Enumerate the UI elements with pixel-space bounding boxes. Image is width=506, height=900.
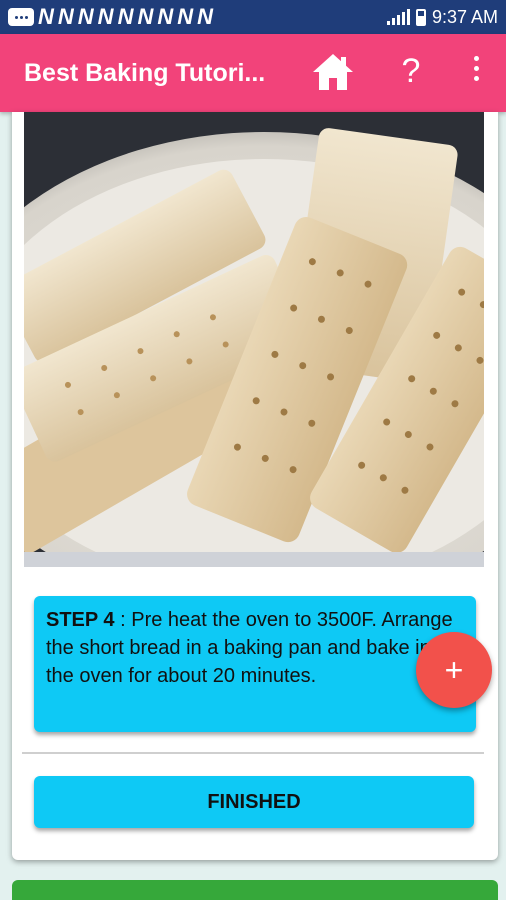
notification-icon: N [197, 4, 214, 29]
step-label: STEP 4 [46, 609, 115, 631]
step-instructions: STEP 4 : Pre heat the oven to 3500F. Arr… [34, 596, 476, 732]
app-bar: Best Baking Tutori... ? [0, 34, 506, 112]
notification-icon: N [177, 4, 194, 29]
more-options-button[interactable] [466, 56, 486, 90]
divider [22, 752, 484, 754]
help-button[interactable]: ? [396, 52, 426, 91]
home-icon [313, 54, 353, 90]
notification-icon: N [117, 4, 134, 29]
system-icons: 9:37 AM [386, 6, 498, 28]
step-card: STEP 4 : Pre heat the oven to 3500F. Arr… [12, 112, 498, 860]
app-title: Best Baking Tutori... [24, 58, 266, 87]
message-icon [8, 8, 34, 26]
signal-icon [386, 9, 410, 25]
notification-icon: N [137, 4, 154, 29]
next-card-edge [12, 880, 498, 900]
notification-icon: N [38, 4, 54, 29]
add-fab-button[interactable]: + [416, 632, 492, 708]
shortbread-photo [24, 112, 484, 567]
battery-icon [415, 8, 426, 26]
status-bar: N N N N N N N N N 9:37 AM [0, 0, 506, 34]
plus-icon: + [444, 651, 464, 688]
notification-icon: N [157, 4, 174, 29]
clock: 9:37 AM [431, 6, 498, 27]
notification-icons: N N N N N N N N N [8, 6, 213, 28]
notification-icon: N [77, 4, 94, 29]
notification-icon: N [57, 4, 74, 29]
home-button[interactable] [310, 50, 356, 96]
notification-icon: N [97, 4, 114, 29]
finished-button[interactable]: FINISHED [34, 776, 474, 828]
more-vert-icon [473, 56, 479, 61]
